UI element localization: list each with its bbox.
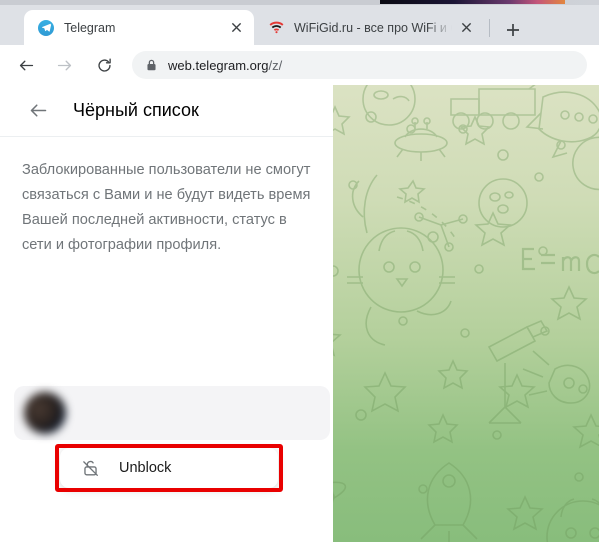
blacklist-panel: Чёрный список Заблокированные пользовате… [0,85,333,542]
browser-window: Telegram WiFiGid.ru - все про WiFi и web… [0,0,599,542]
browser-tab-strip: Telegram WiFiGid.ru - все про WiFi и [0,5,599,45]
tab-close-icon[interactable] [226,18,246,38]
doodle-pattern [333,85,599,542]
arrow-left-icon[interactable] [24,97,52,125]
tab-title: Telegram [64,20,116,35]
blocked-user-row[interactable] [14,386,330,440]
tab-wifigid[interactable]: WiFiGid.ru - все про WiFi и бесп [254,10,484,45]
tab-separator [489,19,490,37]
wifi-icon [268,20,284,36]
tab-close-icon[interactable] [456,18,476,38]
browser-toolbar: web.telegram.org/z/ [0,45,599,85]
panel-header: Чёрный список [0,85,333,137]
background-window-sliver [380,0,565,4]
chat-wallpaper [333,85,599,542]
blacklist-description: Заблокированные пользователи не смогут с… [22,162,311,253]
back-button[interactable] [12,51,40,79]
page-title: Чёрный список [73,100,199,120]
forward-button[interactable] [50,51,78,79]
new-tab-button[interactable] [500,17,526,43]
address-bar[interactable]: web.telegram.org/z/ [132,51,587,79]
address-bar-text: web.telegram.org/z/ [168,58,282,73]
tab-title: WiFiGid.ru - все про WiFi и бесп [294,20,452,35]
url-path: /z/ [268,57,283,73]
reload-button[interactable] [90,51,118,79]
telegram-icon [38,19,54,36]
highlight-box [55,444,283,492]
page-viewport: Чёрный список Заблокированные пользовате… [0,85,599,542]
url-domain: web.telegram.org [168,57,269,73]
user-avatar [24,392,66,434]
tab-telegram[interactable]: Telegram [24,10,254,45]
padlock-icon [144,58,158,72]
